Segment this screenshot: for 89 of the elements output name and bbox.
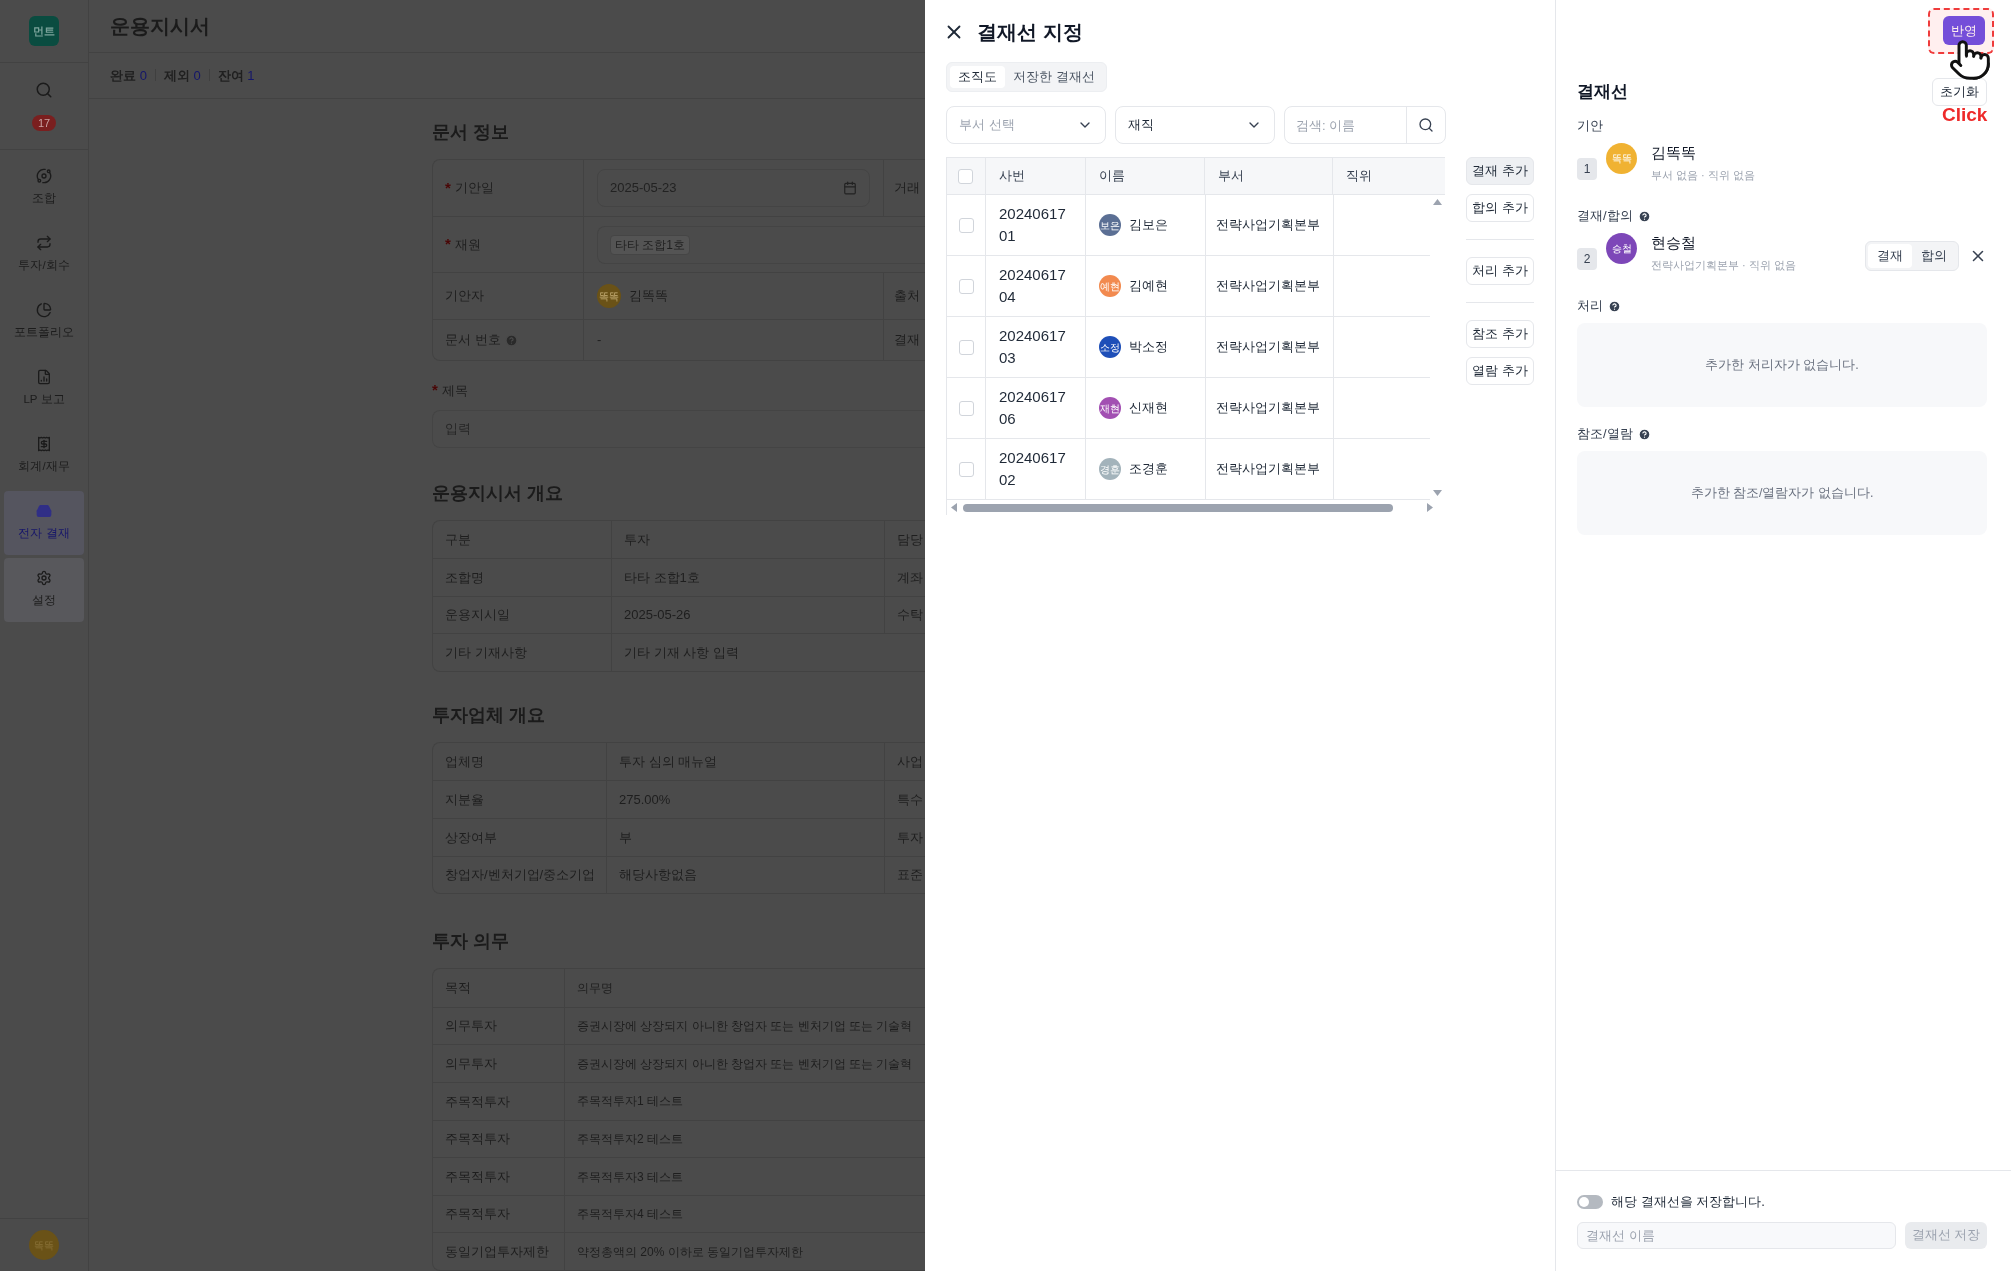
nav-label: 설정 bbox=[32, 593, 56, 609]
column-header: 직위 bbox=[1346, 167, 1373, 186]
notification-badge[interactable]: 17 bbox=[31, 115, 57, 131]
table-cell-text: 전략사업기획본부 bbox=[1216, 277, 1320, 295]
settings-icon bbox=[36, 570, 52, 587]
person-name: 김똑똑 bbox=[1651, 143, 1697, 163]
department-select[interactable]: 부서 선택 bbox=[946, 106, 1106, 144]
section-label: 처리 bbox=[1577, 297, 1603, 316]
table-cell-text: 박소정 bbox=[1129, 338, 1168, 357]
person-detail: 전략사업기획본부 · 직위 없음 bbox=[1651, 258, 1796, 273]
add-button[interactable]: 참조 추가 bbox=[1466, 320, 1534, 348]
table-cell-text: 2024061702 bbox=[999, 448, 1067, 490]
table-cell-text: 2024061703 bbox=[999, 326, 1067, 368]
select-all-checkbox[interactable] bbox=[958, 168, 974, 184]
status-select[interactable]: 재직 bbox=[1115, 106, 1275, 144]
add-button[interactable]: 결재 추가 bbox=[1466, 157, 1534, 185]
row-checkbox[interactable] bbox=[958, 461, 974, 477]
table-cell-text: 전략사업기획본부 bbox=[1216, 216, 1320, 234]
apply-button[interactable]: 반영 bbox=[1943, 16, 1985, 45]
column-header: 부서 bbox=[1218, 167, 1245, 186]
calendar-icon[interactable] bbox=[843, 181, 857, 195]
search-icon[interactable] bbox=[1418, 117, 1434, 133]
column-header: 사번 bbox=[998, 167, 1025, 186]
tab[interactable]: 조직도 bbox=[950, 66, 1005, 88]
chart-document-icon bbox=[36, 369, 52, 386]
table-cell-text: 전략사업기획본부 bbox=[1216, 460, 1320, 478]
table-cell-text: 조경훈 bbox=[1129, 460, 1168, 479]
toggle-label: 해당 결재선을 저장합니다. bbox=[1611, 1193, 1765, 1212]
table-cell-text: 전략사업기획본부 bbox=[1216, 399, 1320, 417]
table-cell-text: 2024061704 bbox=[999, 265, 1067, 307]
required-mark: * bbox=[445, 177, 451, 198]
order-badge: 2 bbox=[1577, 248, 1597, 270]
row-checkbox[interactable] bbox=[958, 217, 974, 233]
panel-title: 결재선 bbox=[1577, 81, 1628, 104]
inbox-icon bbox=[36, 503, 52, 520]
section-label: 참조/열람 bbox=[1577, 425, 1633, 444]
section-label: 기안 bbox=[1577, 117, 1603, 136]
user-avatar: 소정 bbox=[1099, 336, 1121, 358]
type-option[interactable]: 결재 bbox=[1868, 244, 1912, 268]
pie-chart-icon bbox=[36, 302, 52, 319]
add-button[interactable]: 열람 추가 bbox=[1466, 357, 1534, 385]
app-logo[interactable]: 먼트 bbox=[29, 16, 59, 46]
user-avatar: 경훈 bbox=[1099, 458, 1121, 480]
required-mark: * bbox=[432, 380, 438, 400]
table-cell-text: 김예현 bbox=[1129, 277, 1168, 296]
add-button[interactable]: 처리 추가 bbox=[1466, 257, 1534, 285]
user-avatar: 똑똑 bbox=[1606, 143, 1637, 174]
nav-label: 전자 결재 bbox=[18, 526, 70, 542]
table-cell-text: 김보은 bbox=[1129, 216, 1168, 235]
order-badge: 1 bbox=[1577, 158, 1597, 180]
table-cell-text: 전략사업기획본부 bbox=[1216, 338, 1320, 356]
table-cell-text: 2024061706 bbox=[999, 387, 1067, 429]
save-toggle[interactable] bbox=[1577, 1195, 1603, 1209]
highlight-frame bbox=[1928, 8, 1994, 54]
user-avatar: 보은 bbox=[1099, 214, 1121, 236]
user-avatar: 재현 bbox=[1099, 397, 1121, 419]
empty-message: 추가한 처리자가 없습니다. bbox=[1705, 356, 1859, 374]
row-checkbox[interactable] bbox=[958, 278, 974, 294]
tab[interactable]: 저장한 결재선 bbox=[1005, 66, 1103, 88]
user-avatar: 승철 bbox=[1606, 233, 1637, 264]
click-label: Click bbox=[1942, 103, 1988, 127]
user-avatar: 똑똑 bbox=[597, 284, 621, 308]
empty-message: 추가한 참조/열람자가 없습니다. bbox=[1690, 484, 1874, 502]
repeat-icon bbox=[36, 235, 52, 252]
scroll-up-icon[interactable] bbox=[1433, 199, 1442, 205]
scroll-down-icon[interactable] bbox=[1433, 490, 1442, 496]
table-cell-text: 신재현 bbox=[1129, 399, 1168, 418]
row-checkbox[interactable] bbox=[958, 400, 974, 416]
hand-pointer-icon bbox=[1948, 38, 1992, 82]
required-mark: * bbox=[445, 234, 451, 255]
row-checkbox[interactable] bbox=[958, 339, 974, 355]
field-value: - bbox=[597, 331, 602, 350]
orbit-icon bbox=[36, 168, 52, 185]
scroll-left-icon[interactable] bbox=[951, 503, 957, 512]
line-name-field[interactable]: 결재선 이름 bbox=[1577, 1222, 1896, 1249]
drawer-title: 결재선 지정 bbox=[977, 20, 1083, 45]
nav-item[interactable]: 설정 bbox=[4, 558, 84, 622]
person-detail: 부서 없음 · 직위 없음 bbox=[1651, 168, 1755, 183]
table-cell-text: 2024061701 bbox=[999, 204, 1067, 246]
type-option[interactable]: 합의 bbox=[1912, 244, 1956, 268]
column-header: 이름 bbox=[1098, 167, 1125, 186]
user-avatar: 예현 bbox=[1099, 275, 1121, 297]
search-field[interactable]: 검색: 이름 bbox=[1284, 106, 1446, 144]
section-label: 결재/합의 bbox=[1577, 207, 1633, 226]
scroll-right-icon[interactable] bbox=[1427, 503, 1433, 512]
person-name: 현승철 bbox=[1651, 233, 1697, 253]
receipt-icon bbox=[36, 436, 52, 453]
add-button[interactable]: 합의 추가 bbox=[1466, 194, 1534, 222]
scroll-thumb[interactable] bbox=[963, 503, 1393, 512]
